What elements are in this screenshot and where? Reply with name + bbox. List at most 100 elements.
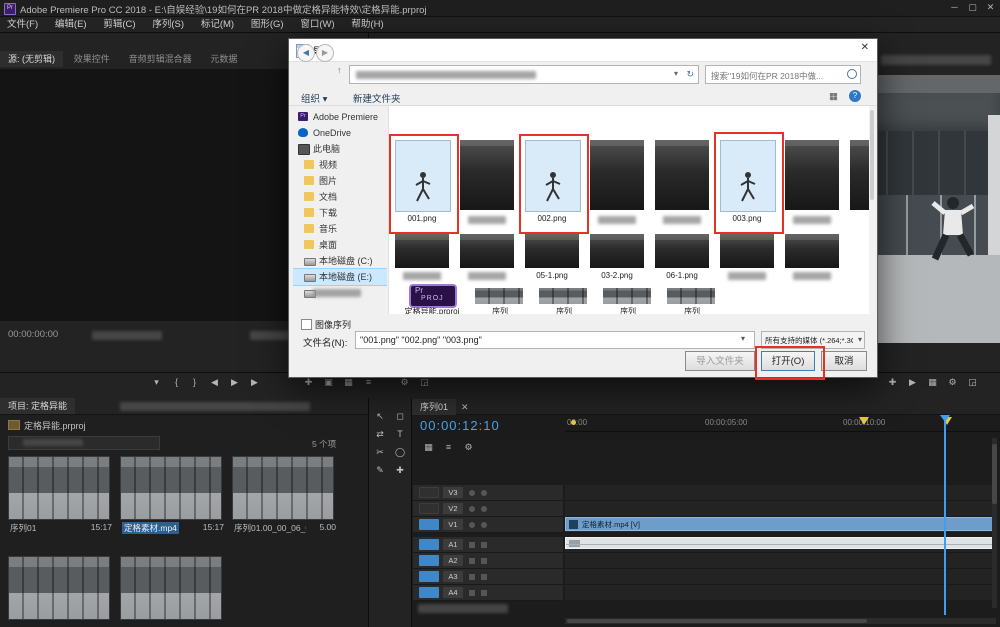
minimize-button[interactable]: ─ xyxy=(946,0,963,16)
file-05-1-png[interactable]: 05-1.png xyxy=(523,234,581,282)
timeline-settings-icon[interactable]: ⚙ xyxy=(460,438,477,456)
cancel-button[interactable]: 取消 xyxy=(821,351,867,371)
view-mode-icon[interactable]: ▦ xyxy=(829,91,838,102)
timeline-timecode[interactable]: 00:00:12:10 xyxy=(420,418,500,433)
toggle-track-output-icon[interactable] xyxy=(469,522,475,528)
tab-project[interactable]: 项目: 定格异能 xyxy=(0,398,75,414)
file-sequence-still[interactable]: 序列 xyxy=(537,288,591,314)
close-window-button[interactable]: ✕ xyxy=(982,0,999,16)
file-06-1-png[interactable]: 06-1.png xyxy=(653,234,711,282)
lane-a3[interactable] xyxy=(565,569,996,585)
razor-tool-icon[interactable]: ✂ xyxy=(372,444,388,460)
file-censored[interactable] xyxy=(783,234,841,282)
selection-tool-icon[interactable]: ↖ xyxy=(372,408,388,424)
step-back-icon[interactable]: ◀ xyxy=(206,373,223,391)
sequence-marker-icon[interactable] xyxy=(859,417,869,425)
mark-out-icon[interactable]: } xyxy=(186,373,203,391)
sidebar-item-this-pc[interactable]: 此电脑 xyxy=(293,141,387,157)
source-assign-box[interactable] xyxy=(419,555,439,566)
tab-sequence01[interactable]: 序列01 xyxy=(412,399,456,415)
file-censored[interactable] xyxy=(458,140,516,226)
source-assign-box[interactable] xyxy=(419,519,439,530)
help-icon[interactable]: ? xyxy=(849,90,861,102)
new-folder-button[interactable]: 新建文件夹 xyxy=(353,91,401,105)
source-assign-box[interactable] xyxy=(419,539,439,550)
track-header-v1[interactable]: V1 xyxy=(413,517,563,533)
project-item-still-sequence[interactable]: 序列01.00_00_06_08... 5.00 xyxy=(232,456,336,552)
nest-toggle-icon[interactable]: ▦ xyxy=(420,438,437,456)
add-marker-icon[interactable]: ▾ xyxy=(148,373,165,391)
solo-track-icon[interactable] xyxy=(481,542,487,548)
zoom-tool-icon[interactable]: ◯ xyxy=(392,444,408,460)
dialog-titlebar[interactable]: 导入 ✕ xyxy=(289,39,877,62)
play-icon[interactable]: ▶ xyxy=(226,373,243,391)
mark-in-icon[interactable]: { xyxy=(168,373,185,391)
sidebar-item-adobe-premiere[interactable]: Pr Adobe Premiere xyxy=(293,109,387,125)
snap-icon[interactable]: ≡ xyxy=(440,438,457,456)
file-03-2-png[interactable]: 03-2.png xyxy=(588,234,646,282)
file-censored[interactable] xyxy=(458,234,516,282)
lane-a2[interactable] xyxy=(565,553,996,569)
mute-track-icon[interactable] xyxy=(469,590,475,596)
mute-track-icon[interactable] xyxy=(469,558,475,564)
program-grid-icon[interactable]: ▦ xyxy=(924,373,941,391)
menu-window[interactable]: 窗口(W) xyxy=(293,17,341,32)
sidebar-item-disk-c[interactable]: 本地磁盘 (C:) xyxy=(293,253,387,269)
source-assign-box[interactable] xyxy=(419,487,439,498)
ripple-edit-tool-icon[interactable]: ⇄ xyxy=(372,426,388,442)
menu-file[interactable]: 文件(F) xyxy=(0,17,45,32)
sidebar-item-censored[interactable] xyxy=(293,285,387,301)
toggle-track-lock-icon[interactable] xyxy=(481,490,487,496)
nav-forward-button[interactable]: ▶ xyxy=(316,44,334,62)
track-select-tool-icon[interactable]: ◻ xyxy=(392,408,408,424)
project-item-source-clip[interactable]: 定格素材.mp4 15:17 xyxy=(120,456,224,552)
tab-source[interactable]: 源: (无剪辑) xyxy=(0,51,63,67)
timeline-horizontal-scrollbar[interactable] xyxy=(565,618,996,624)
menu-edit[interactable]: 编辑(E) xyxy=(48,17,94,32)
sidebar-item-documents[interactable]: 文档 xyxy=(293,189,387,205)
mute-track-icon[interactable] xyxy=(469,574,475,580)
toggle-track-lock-icon[interactable] xyxy=(481,522,487,528)
nav-back-button[interactable]: ◀ xyxy=(297,44,315,62)
tab-metadata[interactable]: 元数据 xyxy=(202,51,245,67)
menu-sequence[interactable]: 序列(S) xyxy=(145,17,191,32)
filename-input[interactable] xyxy=(355,331,755,349)
file-list-scrollbar[interactable] xyxy=(869,106,875,314)
sidebar-item-onedrive[interactable]: OneDrive xyxy=(293,125,387,141)
sidebar-item-desktop[interactable]: 桌面 xyxy=(293,237,387,253)
source-zoom-select[interactable] xyxy=(92,331,162,340)
program-play-icon[interactable]: ▶ xyxy=(904,373,921,391)
hand-tool-icon[interactable]: ✚ xyxy=(392,462,408,478)
project-item-sequence01[interactable]: 序列01 15:17 xyxy=(8,456,112,552)
source-assign-box[interactable] xyxy=(419,503,439,514)
refresh-icon[interactable]: ↻ xyxy=(686,69,694,80)
import-folder-button[interactable]: 导入文件夹 xyxy=(685,351,755,371)
file-censored[interactable] xyxy=(393,234,451,282)
file-censored[interactable] xyxy=(718,234,776,282)
dialog-close-icon[interactable]: ✕ xyxy=(861,42,869,53)
solo-track-icon[interactable] xyxy=(481,558,487,564)
track-header-v2[interactable]: V2 xyxy=(413,501,563,517)
project-file-name[interactable]: 定格异能.prproj xyxy=(24,419,86,432)
file-censored[interactable] xyxy=(783,140,841,226)
time-ruler[interactable]: 00:00 00:00:05:00 00:00:10:00 xyxy=(565,415,1000,432)
lane-v3[interactable] xyxy=(565,485,996,501)
track-header-a1[interactable]: A1 xyxy=(413,537,563,553)
project-search-input[interactable] xyxy=(8,436,160,450)
address-dropdown-icon[interactable]: ▾ xyxy=(674,69,678,78)
sidebar-item-pictures[interactable]: 图片 xyxy=(293,173,387,189)
file-sequence-still[interactable]: 序列 xyxy=(601,288,655,314)
lane-a1[interactable] xyxy=(565,537,996,553)
source-assign-box[interactable] xyxy=(419,571,439,582)
lane-v1[interactable]: 定格素材.mp4 [V] xyxy=(565,517,996,533)
mute-track-icon[interactable] xyxy=(469,542,475,548)
step-forward-icon[interactable]: ▶ xyxy=(246,373,263,391)
address-bar[interactable]: ▾ ↻ xyxy=(349,65,699,84)
sidebar-item-videos[interactable]: 视频 xyxy=(293,157,387,173)
project-item-row2-a[interactable] xyxy=(8,548,112,626)
track-header-a4[interactable]: A4 xyxy=(413,585,563,601)
close-tab-icon[interactable]: ✕ xyxy=(459,398,471,416)
audio-clip-selected[interactable] xyxy=(565,537,996,549)
project-other-tabs[interactable] xyxy=(120,402,310,411)
video-clip[interactable]: 定格素材.mp4 [V] xyxy=(565,517,996,531)
